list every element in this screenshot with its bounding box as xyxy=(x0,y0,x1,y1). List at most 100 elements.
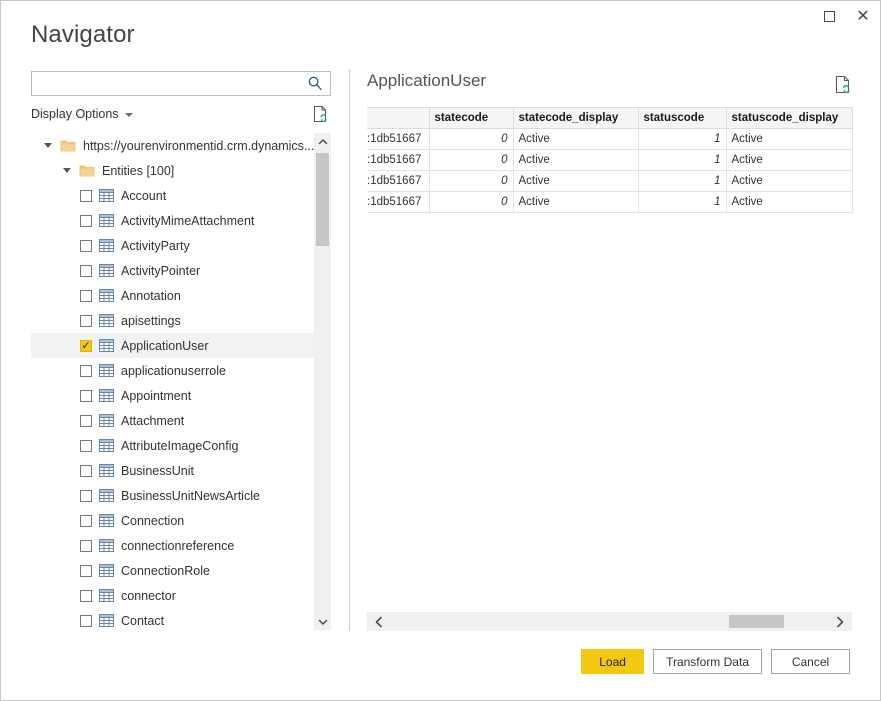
tree-item-checkbox[interactable] xyxy=(80,414,92,427)
tree-item-account[interactable]: Account xyxy=(31,183,314,208)
tree-item-apisettings[interactable]: apisettings xyxy=(31,308,314,333)
tree-item-checkbox[interactable] xyxy=(80,239,92,252)
table-icon xyxy=(99,564,114,577)
scroll-right-arrow-icon[interactable] xyxy=(828,612,852,631)
refresh-preview-icon[interactable] xyxy=(835,75,852,94)
tree-item-label: ActivityPointer xyxy=(121,263,201,278)
tree-item-checkbox[interactable]: ✓ xyxy=(80,339,92,352)
table-cell: Active xyxy=(513,170,639,192)
tree-item-checkbox[interactable] xyxy=(80,314,92,327)
footer-buttons: Load Transform Data Cancel xyxy=(581,649,850,674)
search-input[interactable] xyxy=(35,73,300,94)
tree-item-businessunit[interactable]: BusinessUnit xyxy=(31,458,314,483)
tree-item-checkbox[interactable] xyxy=(80,389,92,402)
scroll-down-arrow-icon[interactable] xyxy=(314,613,331,630)
tree-item-https-yourenvironmentid-crm-dynamics[interactable]: https://yourenvironmentid.crm.dynamics..… xyxy=(31,133,314,158)
scroll-left-arrow-icon[interactable] xyxy=(367,612,391,631)
column-header[interactable]: statecode xyxy=(428,107,514,129)
tree-item-contact[interactable]: Contact xyxy=(31,608,314,630)
tree-item-attributeimageconfig[interactable]: AttributeImageConfig xyxy=(31,433,314,458)
maximize-button[interactable] xyxy=(812,1,846,31)
table-icon xyxy=(99,614,114,627)
table-header-row: statecode statecode_display statuscode stat… xyxy=(367,107,853,129)
tree-item-applicationuser[interactable]: ✓ ApplicationUser xyxy=(31,333,314,358)
table-cell: :1db51667 xyxy=(367,170,430,192)
table-icon xyxy=(99,239,114,252)
tree-scroll-thumb[interactable] xyxy=(316,153,329,246)
tree-item-connection[interactable]: Connection xyxy=(31,508,314,533)
tree-item-label: applicationuserrole xyxy=(121,363,226,378)
preview-table-body: :1db51667 0 Active 1 Active:1db51667 0 Active 1… xyxy=(367,128,853,213)
table-cell: Active xyxy=(726,149,853,171)
tree-vertical-scrollbar[interactable] xyxy=(314,133,331,630)
tree-item-checkbox[interactable] xyxy=(80,514,92,527)
tree-item-checkbox[interactable] xyxy=(80,614,92,627)
tree-item-appointment[interactable]: Appointment xyxy=(31,383,314,408)
tree-item-checkbox[interactable] xyxy=(80,589,92,602)
table-cell: :1db51667 xyxy=(367,128,430,150)
table-icon xyxy=(99,339,114,352)
table-cell: Active xyxy=(726,191,853,213)
tree-item-annotation[interactable]: Annotation xyxy=(31,283,314,308)
tree-item-connectionrole[interactable]: ConnectionRole xyxy=(31,558,314,583)
table-icon xyxy=(99,189,114,202)
cancel-button[interactable]: Cancel xyxy=(771,649,850,674)
preview-pane: ApplicationUser xyxy=(367,71,852,94)
expander-collapse-icon[interactable] xyxy=(61,165,73,177)
table-cell: Active xyxy=(513,128,639,150)
table-icon xyxy=(99,389,114,402)
table-cell: 0 xyxy=(429,170,514,192)
column-header[interactable] xyxy=(367,107,430,129)
tree-item-checkbox[interactable] xyxy=(80,564,92,577)
tree-item-checkbox[interactable] xyxy=(80,464,92,477)
tree-item-activityparty[interactable]: ActivityParty xyxy=(31,233,314,258)
transform-data-button[interactable]: Transform Data xyxy=(653,649,762,674)
tree-item-checkbox[interactable] xyxy=(80,489,92,502)
close-button[interactable]: ✕ xyxy=(846,1,880,31)
preview-table: statecode statecode_display statuscode stat… xyxy=(367,107,853,213)
search-box[interactable] xyxy=(31,71,331,96)
tree-item-checkbox[interactable] xyxy=(80,439,92,452)
tree-item-connector[interactable]: connector xyxy=(31,583,314,608)
tree-item-label: Attachment xyxy=(121,413,185,428)
pane-divider xyxy=(349,69,350,631)
tree-item-checkbox[interactable] xyxy=(80,364,92,377)
window-controls: ✕ xyxy=(812,1,880,31)
tree-item-label: AttributeImageConfig xyxy=(121,438,239,453)
entity-tree[interactable]: https://yourenvironmentid.crm.dynamics..… xyxy=(31,133,331,630)
entity-tree-list: https://yourenvironmentid.crm.dynamics..… xyxy=(31,133,314,630)
tree-item-checkbox[interactable] xyxy=(80,539,92,552)
display-options-button[interactable]: Display Options xyxy=(31,107,133,121)
scroll-up-arrow-icon[interactable] xyxy=(314,133,331,150)
tree-item-businessunitnewsarticle[interactable]: BusinessUnitNewsArticle xyxy=(31,483,314,508)
column-header[interactable]: statecode_display xyxy=(512,107,639,129)
expander-collapse-icon[interactable] xyxy=(42,140,54,152)
tree-item-checkbox[interactable] xyxy=(80,189,92,202)
table-row: :1db51667 0 Active 1 Active xyxy=(367,170,853,192)
table-cell: 1 xyxy=(638,149,727,171)
tree-item-applicationuserrole[interactable]: applicationuserrole xyxy=(31,358,314,383)
tree-item-checkbox[interactable] xyxy=(80,264,92,277)
tree-item-activitypointer[interactable]: ActivityPointer xyxy=(31,258,314,283)
column-header[interactable]: statuscode_display xyxy=(725,107,853,129)
tree-item-attachment[interactable]: Attachment xyxy=(31,408,314,433)
tree-item-checkbox[interactable] xyxy=(80,289,92,302)
tree-item-connectionreference[interactable]: connectionreference xyxy=(31,533,314,558)
load-button[interactable]: Load xyxy=(581,649,645,674)
preview-scroll-thumb[interactable] xyxy=(729,615,784,628)
tree-item-entities-100[interactable]: Entities [100] xyxy=(31,158,314,183)
tree-item-checkbox[interactable] xyxy=(80,214,92,227)
table-icon xyxy=(99,289,114,302)
column-header[interactable]: statuscode xyxy=(637,107,727,129)
page-title: Navigator xyxy=(31,21,135,48)
tree-item-label: ActivityMimeAttachment xyxy=(121,213,255,228)
table-row: :1db51667 0 Active 1 Active xyxy=(367,191,853,213)
table-cell: 0 xyxy=(429,128,514,150)
tree-item-label: BusinessUnitNewsArticle xyxy=(121,488,260,503)
preview-horizontal-scrollbar[interactable] xyxy=(367,612,852,631)
refresh-document-icon[interactable] xyxy=(313,105,329,123)
tree-item-label: https://yourenvironmentid.crm.dynamics..… xyxy=(83,138,315,153)
tree-item-activitymimeattachment[interactable]: ActivityMimeAttachment xyxy=(31,208,314,233)
tree-item-label: ApplicationUser xyxy=(121,338,209,353)
preview-table-header: statecode statecode_display statuscode stat… xyxy=(367,107,853,129)
